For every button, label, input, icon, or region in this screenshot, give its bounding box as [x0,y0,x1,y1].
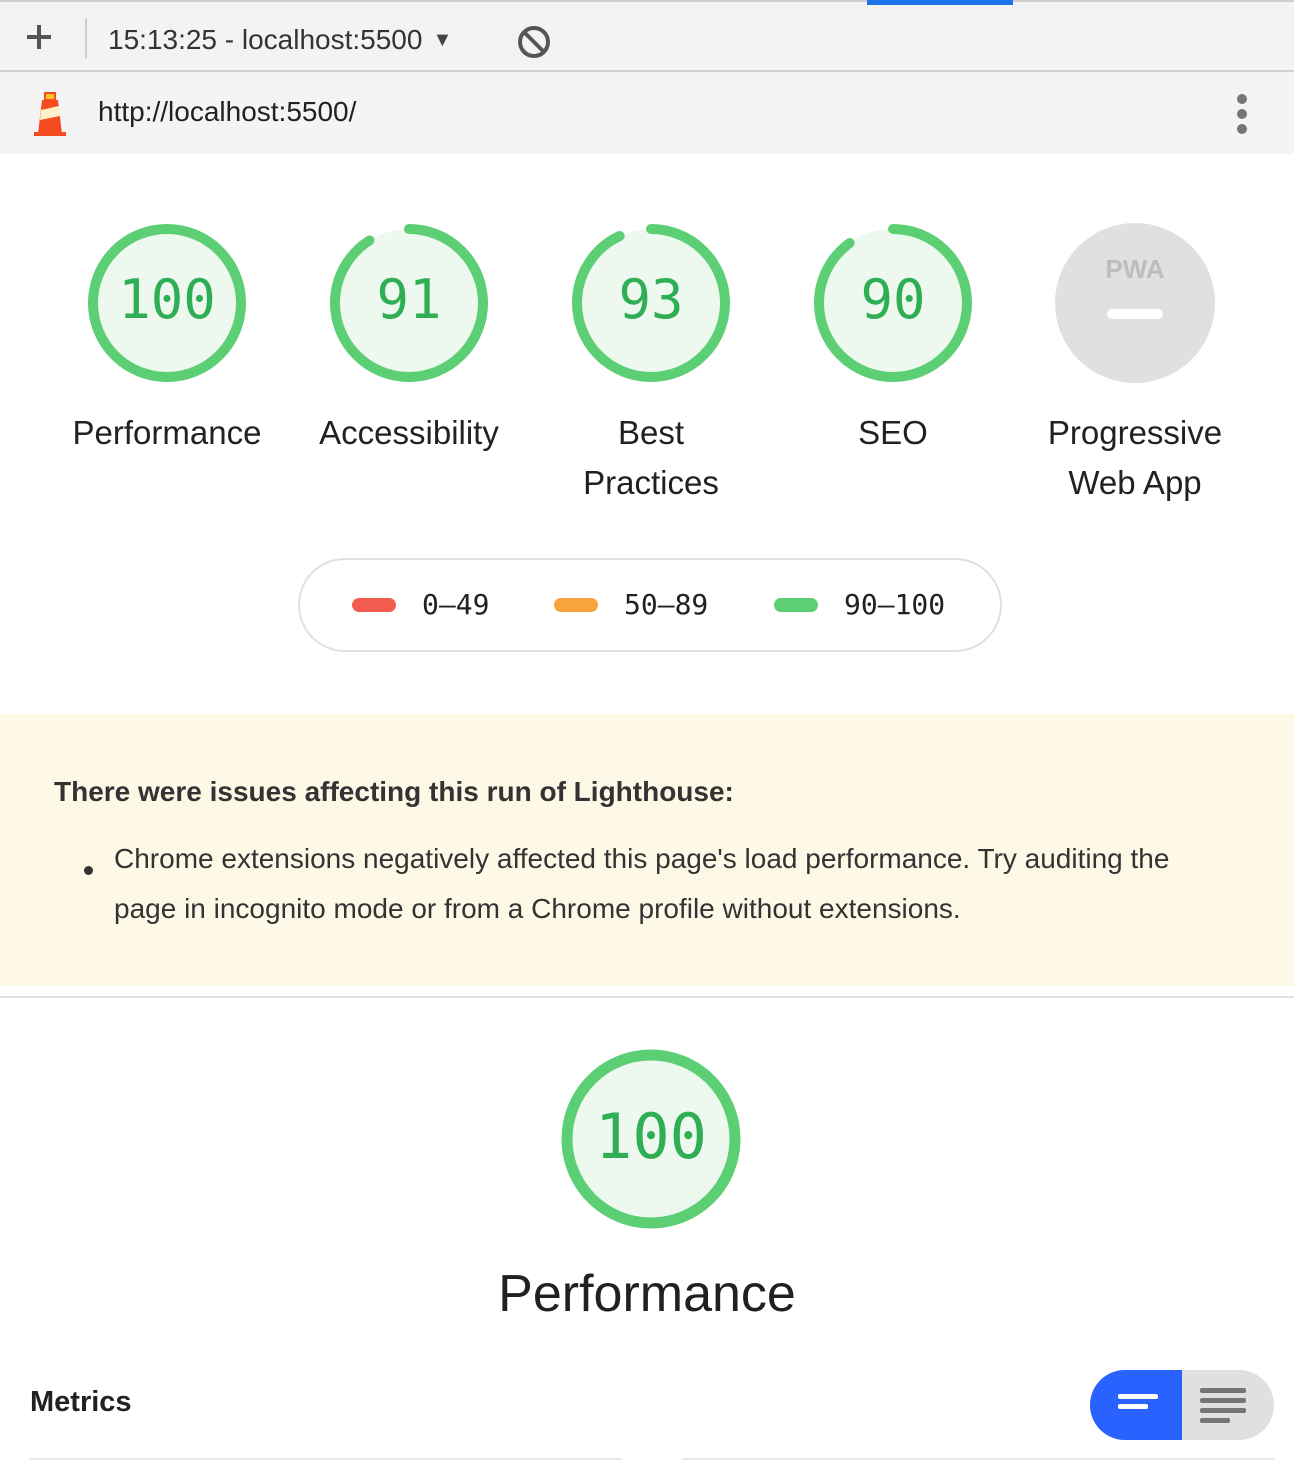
warning-item: Chrome extensions negatively affected th… [114,843,1170,924]
metric-divider [30,1458,622,1460]
gauge-performance[interactable]: 100 Performance [72,222,262,458]
toolbar-separator [85,18,87,58]
report-selector[interactable]: 15:13:25 - localhost:5500 ▼ [108,20,452,60]
report-selector-label: 15:13:25 - localhost:5500 [108,24,423,55]
gauge-label: Progressive Web App [1040,408,1230,508]
gauge-best-practices[interactable]: 93 Best Practices [556,222,746,508]
block-icon[interactable] [514,24,554,64]
legend-swatch-pass [774,597,818,612]
legend-item-average: 50–89 [554,588,708,621]
performance-score: 100 [595,1100,707,1173]
gauge-label: SEO [798,408,988,458]
gauge-label: Accessibility [314,408,504,458]
performance-title: Performance [498,1265,796,1323]
expanded-view-button[interactable] [1182,1370,1274,1440]
expanded-view-icon [1200,1388,1246,1423]
gauge-score: 91 [376,268,442,331]
lighthouse-logo-icon [30,90,70,138]
score-scale-legend: 0–49 50–89 90–100 [298,558,1002,652]
gauge-score: 90 [860,268,926,331]
active-tab-indicator [867,0,1013,5]
gauge-label: Performance [72,408,262,458]
metric-divider [682,1458,1274,1460]
gauge-score: 100 [118,268,216,331]
gauge-label-line: SEO [858,414,928,451]
plus-icon[interactable] [20,18,58,56]
gauge-label-line: Progressive [1047,414,1223,451]
gauge-label-line: Best [617,414,685,451]
metrics-heading: Metrics [30,1386,132,1418]
gauge-score: 93 [618,268,684,331]
legend-item-pass: 90–100 [774,588,945,621]
legend-range-average: 50–89 [624,588,709,621]
warning-title: There were issues affecting this run of … [54,776,734,807]
legend-item-fail: 0–49 [352,588,489,621]
legend-range-pass: 90–100 [844,588,946,621]
gauge-label-line: Performance [72,414,262,451]
legend-swatch-average [554,597,598,612]
gauge-progressive-web-app[interactable]: PWA Progressive Web App [1040,222,1230,508]
gauge-label-line: Accessibility [319,414,499,451]
devtools-toolbar: 15:13:25 - localhost:5500 ▼ [0,0,1294,72]
legend-range-fail: 0–49 [422,588,490,621]
bullet-icon [84,866,93,875]
kebab-menu-icon[interactable] [1226,90,1258,138]
gauge-label-line: Practices [583,464,719,501]
compact-view-icon [1118,1394,1158,1409]
pwa-badge-icon: PWA [1055,223,1215,383]
compact-view-button[interactable] [1090,1370,1182,1440]
caret-down-icon: ▼ [432,28,453,51]
section-divider [0,996,1294,998]
gauge-label-line: Web App [1068,464,1202,501]
run-warnings-box: There were issues affecting this run of … [0,714,1294,986]
report-url: http://localhost:5500/ [98,96,357,127]
gauge-seo[interactable]: 90 SEO [798,222,988,458]
gauge-accessibility[interactable]: 91 Accessibility [314,222,504,458]
svg-text:PWA: PWA [1105,254,1164,284]
report-urlbar: http://localhost:5500/ [0,72,1294,154]
legend-swatch-fail [352,597,396,612]
metrics-view-toggle[interactable] [1090,1370,1274,1440]
gauge-label: Best Practices [556,408,746,508]
